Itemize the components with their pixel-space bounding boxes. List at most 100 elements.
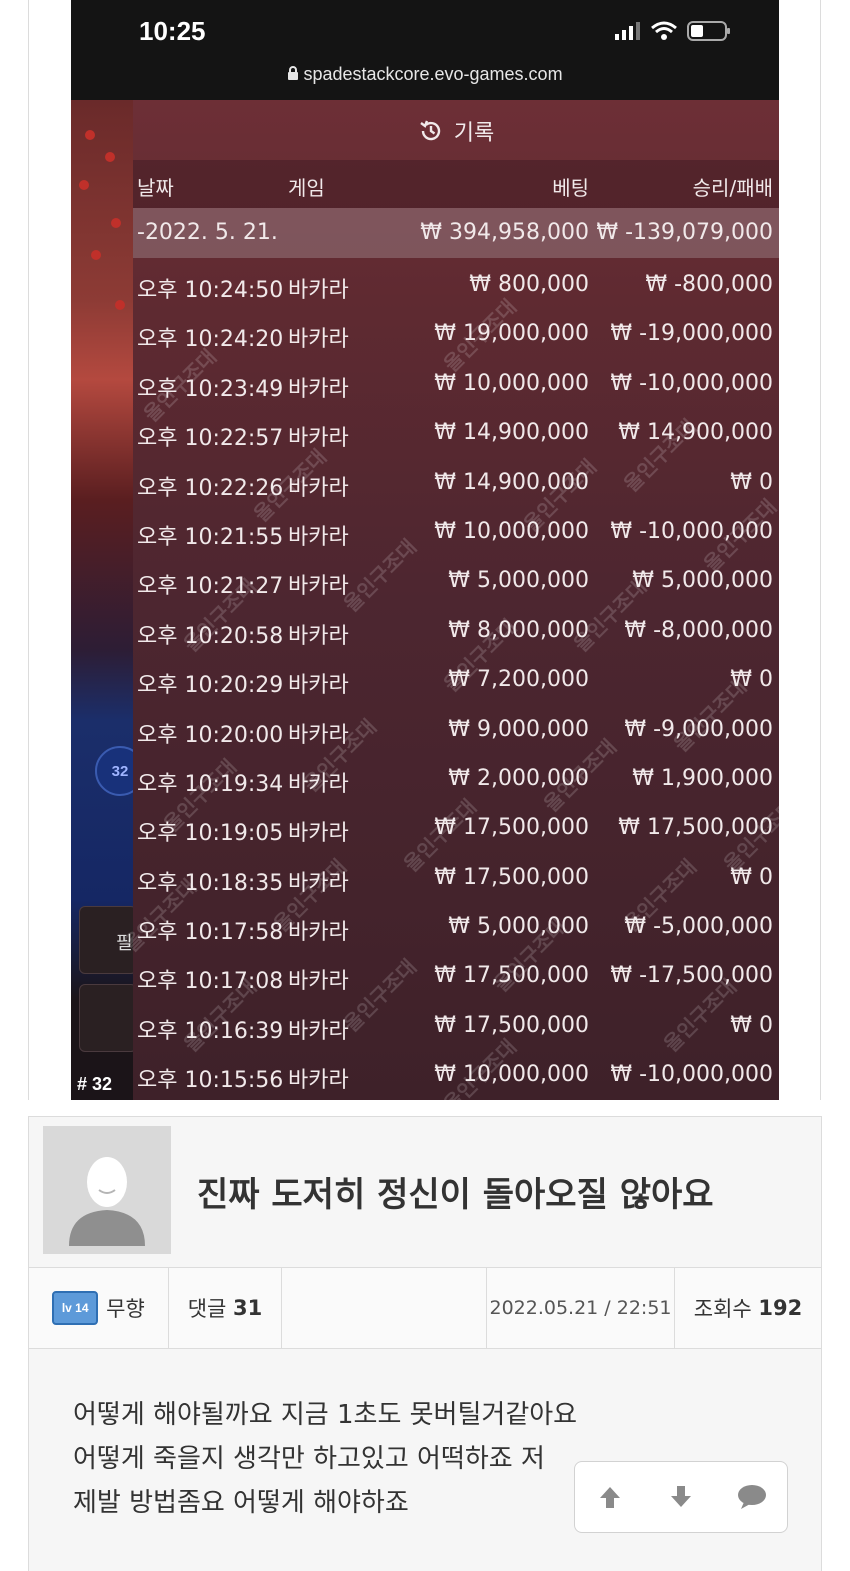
row-time: 오후 10:24:50 (137, 278, 284, 303)
row-result: ₩ 0 (730, 469, 773, 495)
row-result: ₩ 17,500,000 (618, 815, 773, 841)
blossom-decoration (105, 152, 115, 162)
row-bet: ₩ 17,500,000 (434, 963, 589, 989)
row-game: 바카라 (288, 821, 349, 847)
status-time: 10:25 (139, 16, 206, 46)
row-time: 오후 10:19:34 (137, 771, 284, 797)
row-time: 오후 10:20:58 (137, 623, 284, 649)
game-side-strip: 32 필 (71, 100, 145, 1100)
row-game: 바카라 (288, 920, 349, 946)
history-header: 기록 (133, 114, 779, 148)
game-side-button-2[interactable] (79, 984, 137, 1052)
status-bar: 10:25 spadestackcore.evo-games.com (71, 0, 779, 100)
history-row[interactable]: 오후 10:22:26 바카라 ₩ 14,900,000 ₩ 0 (133, 460, 779, 509)
blossom-decoration (111, 218, 121, 228)
history-row[interactable]: 오후 10:17:08 바카라 ₩ 17,500,000 ₩ -17,500,000 (133, 953, 779, 1002)
embedded-screenshot: 10:25 spadestackcore.evo-games.com 32 필 … (71, 0, 779, 1100)
row-bet: ₩ 17,500,000 (434, 1012, 589, 1038)
row-time: 오후 10:22:57 (137, 426, 284, 452)
avatar (43, 1126, 171, 1254)
level-badge: lv 14 (52, 1291, 99, 1325)
date-group-row[interactable]: -2022. 5. 21. ₩ 394,958,000 ₩ -139,079,0… (133, 208, 779, 258)
row-game: 바카라 (288, 426, 349, 452)
row-result: ₩ -10,000,000 (610, 518, 773, 544)
row-result: ₩ 0 (730, 1012, 773, 1038)
row-game: 바카라 (288, 327, 349, 353)
column-date: 날짜 (137, 176, 174, 200)
row-bet: ₩ 19,000,000 (434, 321, 589, 347)
row-time: 오후 10:15:56 (137, 1068, 284, 1094)
history-row[interactable]: 오후 10:15:56 바카라 ₩ 10,000,000 ₩ -10,000,000 (133, 1052, 779, 1100)
history-row[interactable]: 오후 10:24:20 바카라 ₩ 19,000,000 ₩ -19,000,000 (133, 311, 779, 360)
game-side-button[interactable]: 필 (79, 906, 137, 974)
row-result: ₩ 1,900,000 (632, 765, 773, 791)
row-bet: ₩ 5,000,000 (448, 914, 589, 940)
row-bet: ₩ 5,000,000 (448, 568, 589, 594)
blossom-decoration (85, 130, 95, 140)
table-header: 날짜 게임 베팅 승리/패배 (133, 160, 779, 208)
row-result: ₩ 0 (730, 667, 773, 693)
comment-count-value: 31 (233, 1296, 263, 1320)
arrow-down-icon (670, 1486, 691, 1507)
blossom-decoration (79, 180, 89, 190)
history-row[interactable]: 오후 10:16:39 바카라 ₩ 17,500,000 ₩ 0 (133, 1003, 779, 1052)
downvote-button[interactable] (661, 1477, 701, 1517)
history-row[interactable]: 오후 10:23:49 바카라 ₩ 10,000,000 ₩ -10,000,000 (133, 361, 779, 410)
row-bet: ₩ 7,200,000 (448, 667, 589, 693)
row-bet: ₩ 10,000,000 (434, 518, 589, 544)
history-row[interactable]: 오후 10:21:55 바카라 ₩ 10,000,000 ₩ -10,000,000 (133, 509, 779, 558)
post-body: 어떻게 해야될까요 지금 1초도 못버틸거같아요 어떻게 죽을지 생각만 하고있… (73, 1393, 577, 1525)
row-game: 바카라 (288, 673, 349, 699)
history-panel: 기록 날짜 게임 베팅 승리/패배 -2022. 5. 21. ₩ 394,95… (119, 100, 779, 1100)
history-row[interactable]: 오후 10:18:35 바카라 ₩ 17,500,000 ₩ 0 (133, 855, 779, 904)
post-frame-left (28, 0, 29, 1100)
upvote-button[interactable] (590, 1477, 630, 1517)
row-result: ₩ -800,000 (645, 272, 773, 297)
history-row[interactable]: 오후 10:19:05 바카라 ₩ 17,500,000 ₩ 17,500,000 (133, 805, 779, 854)
column-result: 승리/패배 (692, 176, 773, 200)
status-icons (615, 20, 731, 42)
row-game: 바카라 (288, 722, 349, 748)
history-icon (420, 120, 440, 141)
row-result: ₩ -5,000,000 (624, 914, 773, 940)
history-row[interactable]: 오후 10:22:57 바카라 ₩ 14,900,000 ₩ 14,900,000 (133, 410, 779, 459)
history-row[interactable]: 오후 10:19:34 바카라 ₩ 2,000,000 ₩ 1,900,000 (133, 756, 779, 805)
row-time: 오후 10:21:27 (137, 574, 284, 600)
battery-icon (687, 21, 730, 41)
row-result: ₩ 14,900,000 (618, 420, 773, 446)
history-row[interactable]: 오후 10:17:58 바카라 ₩ 5,000,000 ₩ -5,000,000 (133, 904, 779, 953)
row-game: 바카라 (288, 870, 349, 896)
row-result: ₩ -19,000,000 (610, 321, 773, 347)
row-time: 오후 10:18:35 (137, 870, 284, 896)
row-game: 바카라 (288, 1018, 349, 1044)
comment-count: 댓글 31 (169, 1268, 282, 1348)
url-bar[interactable]: spadestackcore.evo-games.com (71, 64, 779, 85)
history-row[interactable]: 오후 10:20:29 바카라 ₩ 7,200,000 ₩ 0 (133, 657, 779, 706)
row-bet: ₩ 17,500,000 (434, 864, 589, 890)
row-time: 오후 10:22:26 (137, 475, 284, 501)
row-game: 바카라 (288, 574, 349, 600)
arrow-up-icon (600, 1487, 621, 1508)
history-row[interactable]: 오후 10:24:50 바카라 ₩ 800,000 ₩ -800,000 (133, 262, 779, 311)
row-time: 오후 10:20:00 (137, 722, 284, 748)
comment-button[interactable] (732, 1477, 772, 1517)
row-game: 바카라 (288, 376, 349, 402)
row-bet: ₩ 2,000,000 (448, 765, 589, 791)
post-actions (574, 1461, 788, 1533)
history-row[interactable]: 오후 10:20:00 바카라 ₩ 9,000,000 ₩ -9,000,000 (133, 707, 779, 756)
row-time: 오후 10:17:08 (137, 969, 284, 995)
comment-label: 댓글 (187, 1297, 227, 1321)
date-group-total-bet: ₩ 394,958,000 (420, 220, 589, 245)
author[interactable]: lv 14 무향 (29, 1268, 169, 1348)
column-game: 게임 (288, 176, 325, 200)
history-rows: 오후 10:24:50 바카라 ₩ 800,000 ₩ -800,000 오후 10:2… (133, 262, 779, 1100)
row-result: ₩ 5,000,000 (632, 568, 773, 594)
row-game: 바카라 (288, 771, 349, 797)
history-row[interactable]: 오후 10:21:27 바카라 ₩ 5,000,000 ₩ 5,000,000 (133, 558, 779, 607)
row-bet: ₩ 17,500,000 (434, 815, 589, 841)
row-time: 오후 10:24:20 (137, 327, 284, 353)
history-row[interactable]: 오후 10:20:58 바카라 ₩ 8,000,000 ₩ -8,000,000 (133, 608, 779, 657)
post-body-line: 어떻게 해야될까요 지금 1초도 못버틸거같아요 (73, 1400, 578, 1430)
row-bet: ₩ 800,000 (469, 272, 589, 297)
row-game: 바카라 (288, 969, 349, 995)
